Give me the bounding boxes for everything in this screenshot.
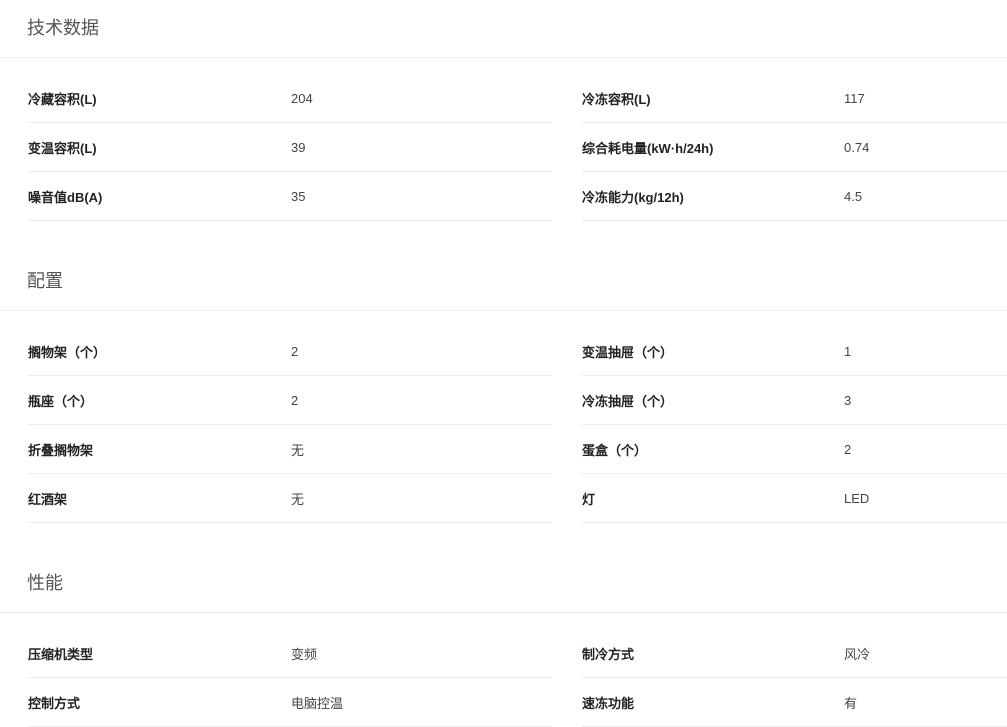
spec-value: 35 bbox=[291, 188, 306, 204]
spec-grid: 冷藏容积(L) 204 冷冻容积(L) 117 变温容积(L) 39 综合耗电量(kW·h/… bbox=[0, 58, 1007, 221]
spec-label: 冷冻能力(kg/12h) bbox=[582, 189, 684, 205]
spec-value: 2 bbox=[844, 441, 852, 457]
spec-row: 搁物架（个） 2 bbox=[28, 327, 552, 376]
spec-row: 瓶座（个） 2 bbox=[28, 376, 552, 425]
spec-label: 蛋盒（个） bbox=[582, 442, 648, 458]
spec-row: 控制方式 电脑控温 bbox=[28, 678, 552, 727]
spec-label: 折叠搁物架 bbox=[28, 442, 94, 458]
spec-label: 制冷方式 bbox=[582, 646, 635, 662]
spec-row: 冷冻抽屉（个） 3 bbox=[582, 376, 1007, 425]
spec-label: 速冻功能 bbox=[582, 695, 635, 711]
spec-label: 瓶座（个） bbox=[28, 393, 94, 409]
spec-value: 无 bbox=[291, 442, 305, 458]
spec-label: 冷冻抽屉（个） bbox=[582, 393, 674, 409]
spec-value: 204 bbox=[291, 90, 313, 106]
spec-row: 变温容积(L) 39 bbox=[28, 123, 552, 172]
section-title: 性能 bbox=[0, 555, 1007, 613]
spec-label: 噪音值dB(A) bbox=[28, 189, 103, 205]
spec-row: 冷冻能力(kg/12h) 4.5 bbox=[582, 172, 1007, 221]
section-title: 技术数据 bbox=[0, 0, 1007, 58]
spec-row: 红酒架 无 bbox=[28, 474, 552, 523]
spec-label: 压缩机类型 bbox=[28, 646, 94, 662]
spec-label: 搁物架（个） bbox=[28, 344, 107, 360]
spec-value: 变频 bbox=[291, 646, 318, 662]
spec-row: 冷藏容积(L) 204 bbox=[28, 74, 552, 123]
spec-row: 制冷方式 风冷 bbox=[582, 629, 1007, 678]
spec-row: 冷冻容积(L) 117 bbox=[582, 74, 1007, 123]
spec-label: 灯 bbox=[582, 491, 596, 507]
spec-value: 1 bbox=[844, 343, 852, 359]
spec-section: 配置 搁物架（个） 2 变温抽屉（个） 1 瓶座（个） 2 冷冻抽屉（个） 3 折叠搁物架无蛋盒（… bbox=[0, 253, 1007, 523]
spec-label: 冷藏容积(L) bbox=[28, 91, 97, 107]
spec-value: 有 bbox=[844, 695, 858, 711]
spec-value: 无 bbox=[291, 491, 305, 507]
spec-row: 速冻功能 有 bbox=[582, 678, 1007, 727]
spec-grid: 压缩机类型 变频 制冷方式 风冷控制方式 电脑控温 速冻功能 有 bbox=[0, 613, 1007, 727]
section-title: 配置 bbox=[0, 253, 1007, 311]
spec-value: 风冷 bbox=[844, 646, 871, 662]
spec-label: 冷冻容积(L) bbox=[582, 91, 651, 107]
spec-value: 电脑控温 bbox=[291, 695, 344, 711]
spec-value: 3 bbox=[844, 392, 852, 408]
spec-section: 技术数据冷藏容积(L) 204 冷冻容积(L) 117 变温容积(L) 39 综合耗电量(k… bbox=[0, 0, 1007, 221]
spec-grid: 搁物架（个） 2 变温抽屉（个） 1 瓶座（个） 2 冷冻抽屉（个） 3 折叠搁物架无蛋盒（个）… bbox=[0, 311, 1007, 523]
spec-row: 蛋盒（个） 2 bbox=[582, 425, 1007, 474]
spec-section: 性能压缩机类型 变频 制冷方式 风冷控制方式 电脑控温 速冻功能 有 bbox=[0, 555, 1007, 727]
spec-label: 控制方式 bbox=[28, 695, 81, 711]
spec-value: 117 bbox=[844, 90, 865, 106]
spec-page: 技术数据冷藏容积(L) 204 冷冻容积(L) 117 变温容积(L) 39 综合耗电量(k… bbox=[0, 0, 1007, 727]
spec-value: 39 bbox=[291, 139, 306, 155]
spec-value: 4.5 bbox=[844, 188, 863, 204]
spec-row: 灯 LED bbox=[582, 474, 1007, 523]
spec-value: 2 bbox=[291, 392, 299, 408]
spec-row: 综合耗电量(kW·h/24h) 0.74 bbox=[582, 123, 1007, 172]
spec-row: 折叠搁物架 无 bbox=[28, 425, 552, 474]
spec-value: 2 bbox=[291, 343, 299, 359]
spec-row: 压缩机类型 变频 bbox=[28, 629, 552, 678]
spec-label: 变温抽屉（个） bbox=[582, 344, 674, 360]
spec-row: 噪音值dB(A) 35 bbox=[28, 172, 552, 221]
spec-label: 综合耗电量(kW·h/24h) bbox=[582, 140, 714, 156]
spec-label: 红酒架 bbox=[28, 491, 68, 507]
spec-label: 变温容积(L) bbox=[28, 140, 97, 156]
spec-row: 变温抽屉（个） 1 bbox=[582, 327, 1007, 376]
spec-value: 0.74 bbox=[844, 139, 870, 155]
spec-value: LED bbox=[844, 490, 870, 506]
